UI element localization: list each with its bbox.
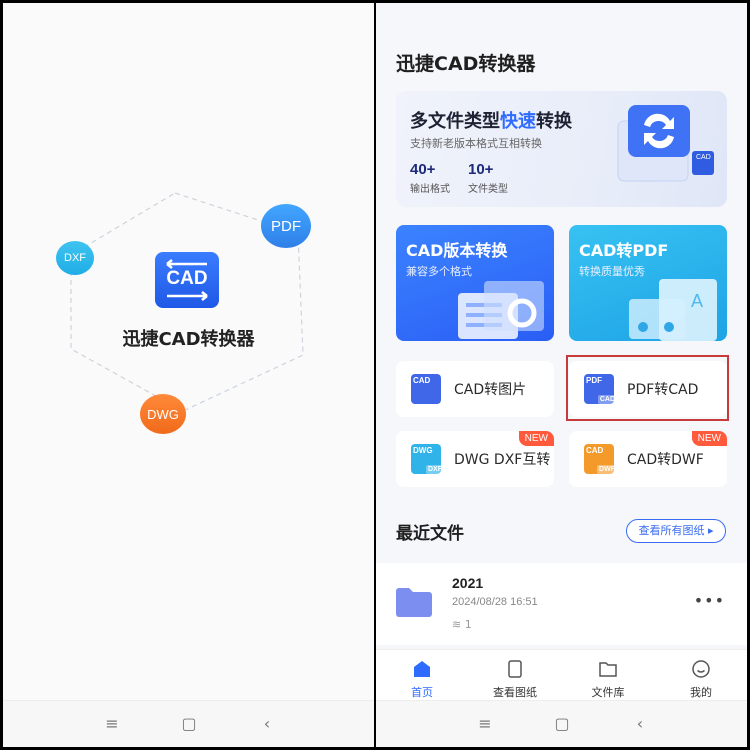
card-title: CAD转PDF (579, 241, 669, 260)
tab-label: 首页 (411, 686, 433, 699)
document-icon (508, 660, 522, 678)
tool-label: CAD转DWF (627, 452, 704, 468)
folder-icon (599, 662, 617, 677)
tab-label: 查看图纸 (493, 686, 537, 699)
layer-count-value: 1 (464, 618, 472, 631)
tab-me[interactable]: 我的 (661, 650, 741, 702)
home-square-icon[interactable]: ▢ (180, 715, 198, 733)
stat-output-formats: 40+ 输出格式 (410, 161, 450, 195)
pdf-document-icon: A (629, 279, 717, 341)
tab-label: 文件库 (591, 686, 625, 699)
convert-cube-illustration (617, 105, 714, 182)
pdf-bubble-label: PDF (271, 217, 301, 235)
logo-text: CAD (166, 268, 208, 289)
layers-icon: ≋ (452, 618, 465, 631)
icon-tag-top: CAD (413, 376, 431, 385)
tab-file-library[interactable]: 文件库 (568, 650, 648, 702)
splash-title: 迅捷CAD转换器 (122, 329, 255, 350)
stat-number: 40+ (410, 161, 436, 178)
selection-highlight (566, 355, 729, 421)
cad-dwf-icon: CAD DWF (584, 444, 617, 474)
dwg-dxf-convert-button[interactable]: DWG DXF DWG DXF互转 NEW (396, 431, 554, 487)
new-badge: NEW (518, 431, 554, 446)
banner-headline-highlight: 快速 (500, 111, 536, 132)
tool-label: DWG DXF互转 (454, 452, 551, 468)
tab-home[interactable]: 首页 (382, 650, 462, 702)
dwg-dxf-icon: DWG DXF (411, 444, 444, 474)
back-icon[interactable]: ‹ (631, 715, 649, 733)
stat-file-types: 10+ 文件类型 (468, 161, 508, 195)
carousel-dots[interactable] (553, 197, 578, 207)
icon-tag-bottom: DXF (426, 465, 444, 474)
dwg-bubble: DWG (140, 394, 186, 434)
file-layer-count: ≋ 1 (452, 618, 472, 631)
home-screen: 迅捷CAD转换器 多文件类型快速转换 支持新老版本格式互相转换 40+ 输出格式… (376, 3, 747, 747)
stat-label: 输出格式 (410, 184, 450, 195)
smiley-icon (692, 660, 710, 678)
home-icon (414, 661, 430, 677)
pdf-bubble: PDF (261, 204, 311, 248)
menu-icon[interactable]: ≡ (103, 715, 121, 733)
recent-files-heading: 最近文件 (396, 524, 464, 544)
stat-label: 文件类型 (468, 184, 508, 195)
home-square-icon[interactable]: ▢ (553, 715, 571, 733)
icon-tag-top: DWG (413, 446, 433, 455)
gear-document-icon (458, 281, 544, 339)
banner-headline-pre: 多文件类型 (410, 111, 500, 132)
banner-subtitle: 支持新老版本格式互相转换 (410, 137, 542, 150)
page-title: 迅捷CAD转换器 (396, 53, 536, 75)
dxf-bubble: DXF (56, 241, 94, 275)
splash-screen: PDF DXF DWG CAD 迅捷CAD转换器 ≡ ▢ ‹ (3, 3, 374, 747)
view-all-drawings-button[interactable]: 查看所有图纸 ▸ (626, 519, 726, 543)
icon-tag-top: CAD (586, 446, 604, 455)
more-options-icon[interactable]: ••• (694, 591, 725, 610)
new-badge: NEW (691, 431, 727, 446)
system-nav-bar: ≡ ▢ ‹ (376, 700, 747, 747)
banner-headline-post: 转换 (536, 111, 572, 132)
file-name: 2021 (452, 575, 484, 591)
cad-version-convert-card[interactable]: CAD版本转换 兼容多个格式 (396, 225, 554, 341)
icon-tag-bottom: DWF (597, 465, 617, 474)
card-title: CAD版本转换 (406, 241, 508, 260)
tab-label: 我的 (690, 686, 712, 699)
cad-to-image-button[interactable]: CAD CAD转图片 (396, 361, 554, 417)
folder-icon (396, 588, 432, 617)
tool-label: CAD转图片 (454, 382, 527, 398)
recent-file-row[interactable]: 2021 2024/08/28 16:51 ≋ 1 ••• (376, 563, 747, 645)
bottom-tab-bar: 首页 查看图纸 文件库 我的 (376, 649, 747, 702)
banner-headline: 多文件类型快速转换 (410, 107, 572, 133)
banner-cad-tag: CAD (696, 154, 711, 161)
system-nav-bar: ≡ ▢ ‹ (3, 700, 374, 747)
cad-to-pdf-card[interactable]: CAD转PDF 转换质量优秀 A (569, 225, 727, 341)
app-logo: CAD (155, 252, 219, 308)
back-icon[interactable]: ‹ (258, 715, 276, 733)
card-subtitle: 转换质量优秀 (579, 265, 645, 278)
dwg-bubble-label: DWG (147, 406, 179, 422)
dxf-bubble-label: DXF (64, 252, 86, 264)
card-subtitle: 兼容多个格式 (406, 265, 472, 278)
file-date: 2024/08/28 16:51 (452, 596, 538, 608)
promo-banner[interactable]: 多文件类型快速转换 支持新老版本格式互相转换 40+ 输出格式 10+ 文件类型… (396, 91, 727, 207)
stat-number: 10+ (468, 161, 494, 178)
svg-text:A: A (691, 291, 703, 311)
tab-view-drawings[interactable]: 查看图纸 (475, 650, 555, 702)
cad-image-icon: CAD (411, 374, 441, 404)
cad-to-dwf-button[interactable]: CAD DWF CAD转DWF NEW (569, 431, 727, 487)
menu-icon[interactable]: ≡ (476, 715, 494, 733)
hexagon-outline (70, 192, 304, 412)
